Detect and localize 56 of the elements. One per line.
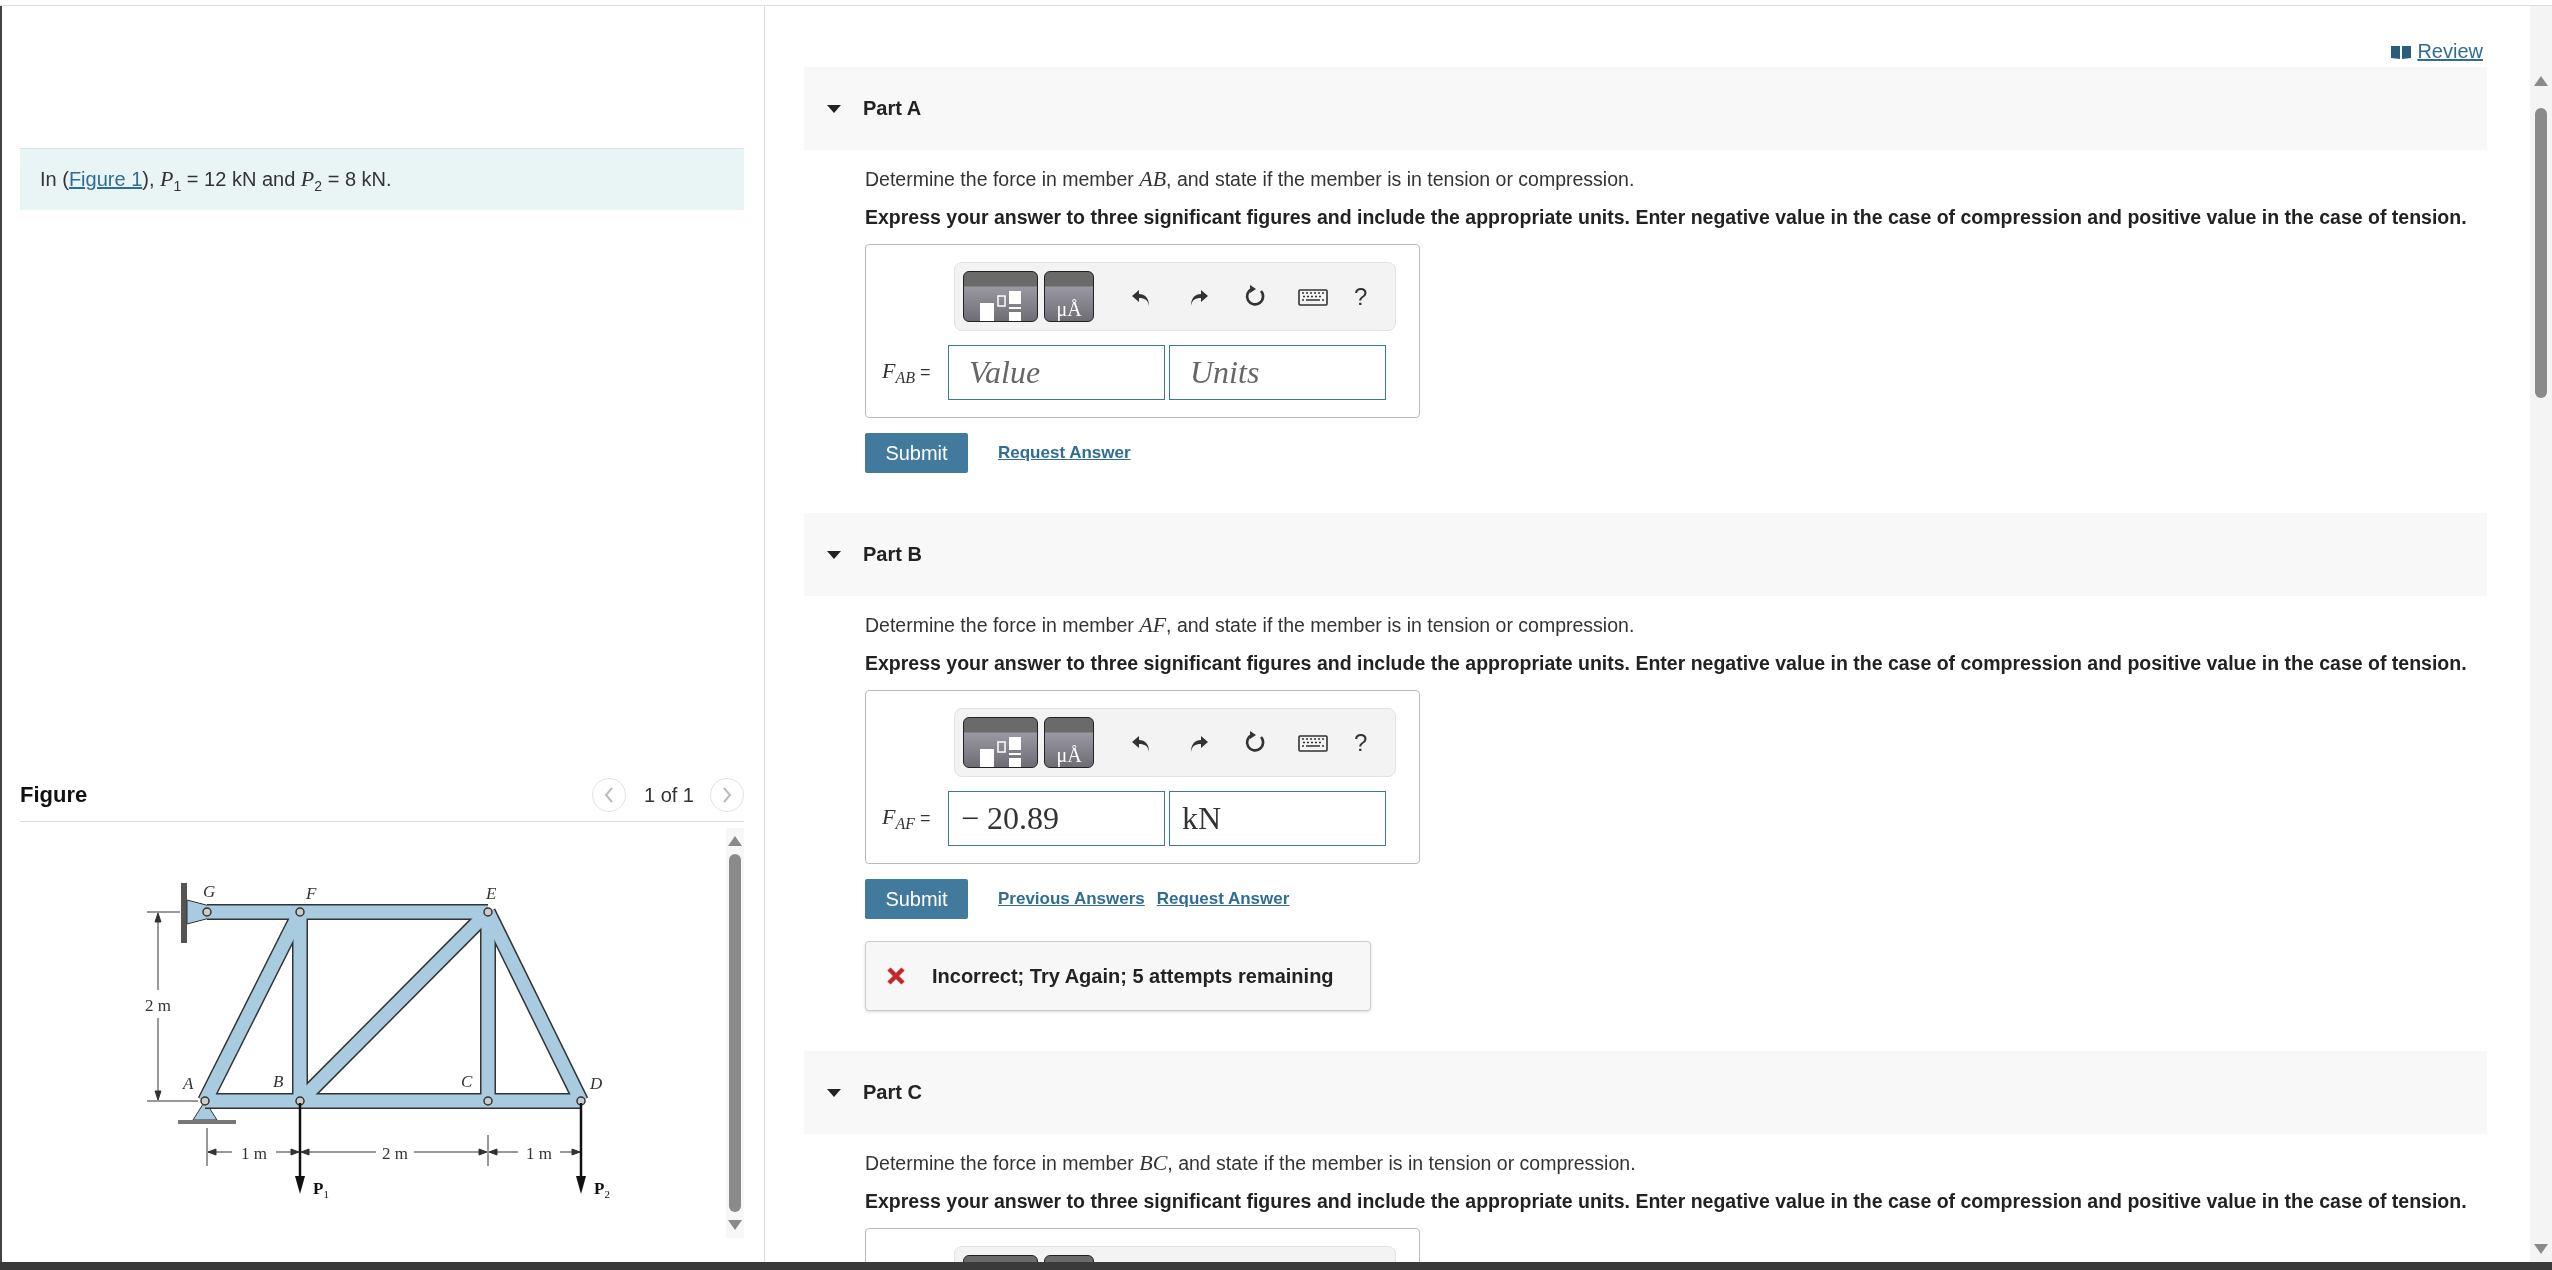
units-button[interactable]: μÅ	[1044, 271, 1094, 322]
chevron-left-icon	[603, 787, 614, 803]
templates-button[interactable]	[963, 717, 1038, 768]
dimension-label: 2 m	[145, 996, 171, 1015]
dimension-label: 1 m	[526, 1144, 552, 1163]
action-link[interactable]: Request Answer	[998, 443, 1131, 463]
value-field[interactable]: Value	[948, 345, 1165, 400]
part-header[interactable]: Part C	[804, 1051, 2487, 1134]
answer-label: F$_{AF}$ =	[882, 804, 932, 833]
question-text: Determine the force in member AB, and state if the member is in tension or compression.	[865, 165, 1635, 193]
node-label: D	[590, 1074, 603, 1093]
feedback-text: Incorrect; Try Again; 5 attempts remaining	[932, 964, 1334, 988]
scroll-down-icon[interactable]	[2534, 1244, 2548, 1254]
figure-heading: Figure	[20, 782, 88, 808]
scrollbar-thumb[interactable]	[729, 854, 741, 1212]
scroll-down-icon[interactable]	[728, 1220, 742, 1230]
scrollbar-thumb[interactable]	[2535, 108, 2547, 398]
units-field[interactable]: Units	[1169, 345, 1386, 400]
instruction-text: Express your answer to three significant figures and include the appropriate units. Enter negative value in the case of compression and positive value in the case of tension.	[865, 1189, 2467, 1214]
templates-button[interactable]	[963, 271, 1038, 322]
cross-icon	[886, 966, 906, 986]
part-header[interactable]: Part B	[804, 513, 2487, 596]
keyboard-icon[interactable]	[1298, 286, 1328, 307]
question-text: Determine the force in member BC, and state if the member is in tension or compression.	[865, 1149, 1636, 1177]
units-field[interactable]: kN	[1169, 791, 1386, 846]
node-label: E	[486, 884, 497, 903]
review-link[interactable]: Review	[2391, 40, 2483, 63]
help-button[interactable]: ?	[1354, 282, 1368, 311]
chevron-right-icon	[722, 787, 732, 803]
submit-button[interactable]: Submit	[865, 433, 968, 473]
instruction-text: Express your answer to three significant figures and include the appropriate units. Enter negative value in the case of compression and positive value in the case of tension.	[865, 205, 2467, 230]
value-field[interactable]: − 20.89	[948, 791, 1165, 846]
instruction-text: Express your answer to three significant figures and include the appropriate units. Enter negative value in the case of compression and positive value in the case of tension.	[865, 651, 2467, 676]
load-label: P$_{2}$	[594, 1179, 610, 1201]
dimension-label: 2 m	[382, 1144, 408, 1163]
node-label: G	[203, 882, 216, 901]
problem-statement: In (Figure 1), P$_{1}$ = 12 kN and P$_{2}$ = 8 kN.	[20, 148, 744, 210]
node-label: C	[461, 1072, 473, 1091]
question-text: Determine the force in member AF, and state if the member is in tension or compression.	[865, 611, 1635, 639]
action-link[interactable]: Previous Answers	[998, 889, 1145, 909]
part-header[interactable]: Part A	[804, 67, 2487, 150]
scroll-up-icon[interactable]	[728, 836, 742, 846]
scroll-up-icon[interactable]	[2534, 76, 2548, 86]
load-label: P$_{1}$	[313, 1179, 329, 1201]
action-link[interactable]: Request Answer	[1156, 889, 1290, 909]
page-indicator: 1 of 1	[643, 783, 694, 807]
submit-button[interactable]: Submit	[865, 879, 968, 919]
book-icon	[2391, 44, 2412, 59]
node-label: F	[306, 884, 317, 903]
units-button[interactable]: μÅ	[1044, 717, 1094, 768]
node-label: A	[183, 1074, 194, 1093]
answer-label: F$_{AB}$ =	[882, 358, 932, 387]
dimension-label: 1 m	[241, 1144, 267, 1163]
help-button[interactable]: ?	[1354, 728, 1368, 757]
node-label: B	[273, 1072, 284, 1091]
keyboard-icon[interactable]	[1298, 732, 1328, 753]
